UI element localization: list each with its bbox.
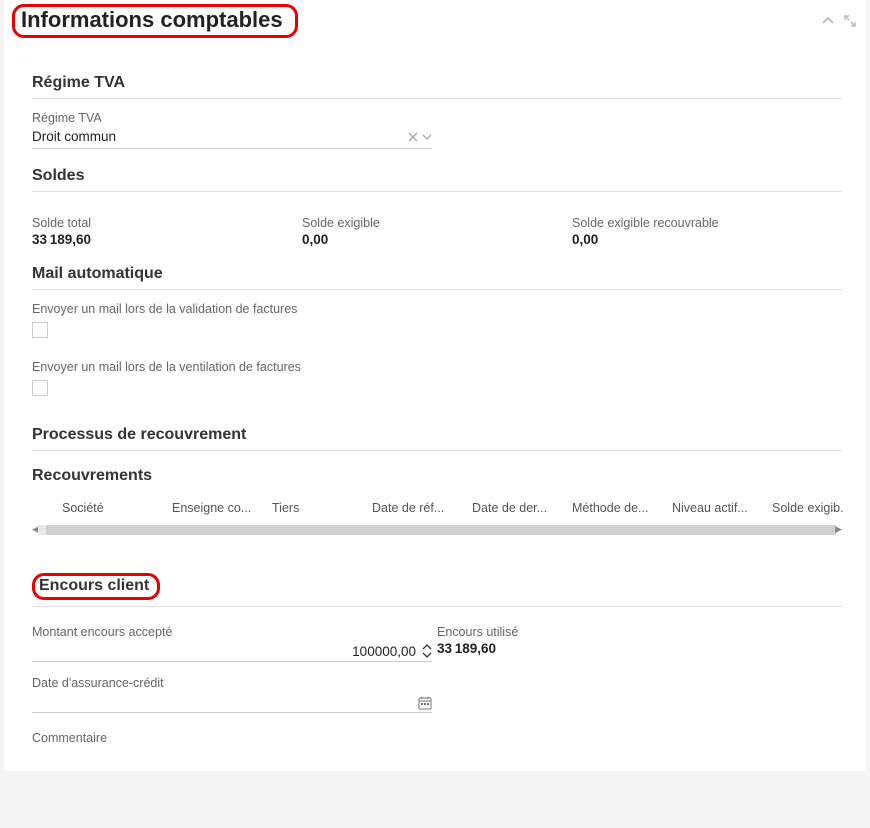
col-date-ref[interactable]: Date de réf... bbox=[372, 501, 472, 515]
col-societe[interactable]: Société bbox=[62, 501, 172, 515]
date-assurance-input[interactable] bbox=[32, 692, 432, 713]
montant-encours-input[interactable]: 100000,00 bbox=[32, 641, 432, 662]
section-regime-tva: Régime TVA bbox=[32, 66, 842, 99]
date-assurance-label: Date d'assurance-crédit bbox=[32, 676, 437, 690]
solde-exigible-label: Solde exigible bbox=[302, 216, 572, 230]
section-processus: Processus de recouvrement bbox=[32, 418, 842, 451]
encours-utilise-label: Encours utilisé bbox=[437, 625, 842, 639]
col-date-der[interactable]: Date de der... bbox=[472, 501, 572, 515]
mail-ventilation-label: Envoyer un mail lors de la ventilation d… bbox=[32, 360, 842, 374]
panel-title: Informations comptables bbox=[12, 4, 298, 38]
section-encours-text: Encours client bbox=[32, 573, 160, 600]
clear-icon[interactable] bbox=[408, 132, 418, 142]
col-niveau[interactable]: Niveau actif... bbox=[672, 501, 772, 515]
mail-validation-label: Envoyer un mail lors de la validation de… bbox=[32, 302, 842, 316]
mail-validation-checkbox[interactable] bbox=[32, 322, 48, 338]
solde-exigible-recouvrable-label: Solde exigible recouvrable bbox=[572, 216, 842, 230]
col-enseigne[interactable]: Enseigne co... bbox=[172, 501, 272, 515]
chevron-down-icon[interactable] bbox=[422, 132, 432, 142]
commentaire-label: Commentaire bbox=[32, 731, 437, 745]
solde-exigible-value: 0,00 bbox=[302, 232, 572, 247]
regime-tva-select[interactable]: Droit commun bbox=[32, 127, 432, 149]
collapse-icon[interactable] bbox=[822, 15, 834, 27]
expand-icon[interactable] bbox=[844, 15, 856, 27]
section-mail-auto: Mail automatique bbox=[32, 257, 842, 290]
col-methode[interactable]: Méthode de... bbox=[572, 501, 672, 515]
regime-tva-value: Droit commun bbox=[32, 129, 116, 144]
section-soldes: Soldes bbox=[32, 159, 842, 192]
col-solde-exigib[interactable]: Solde exigib. bbox=[772, 501, 862, 515]
solde-total-value: 33 189,60 bbox=[32, 232, 302, 247]
solde-exigible-recouvrable-value: 0,00 bbox=[572, 232, 842, 247]
montant-encours-label: Montant encours accepté bbox=[32, 625, 437, 639]
section-encours: Encours client bbox=[32, 565, 842, 607]
regime-tva-label: Régime TVA bbox=[32, 111, 842, 125]
calendar-icon[interactable] bbox=[418, 696, 432, 710]
col-tiers[interactable]: Tiers bbox=[272, 501, 372, 515]
grid-hscroll[interactable]: ◀ ▶ bbox=[32, 523, 842, 537]
section-recouvrements: Recouvrements bbox=[32, 459, 842, 491]
grid-header: Société Enseigne co... Tiers Date de réf… bbox=[32, 491, 842, 521]
quantity-stepper[interactable] bbox=[422, 643, 432, 659]
encours-utilise-value: 33 189,60 bbox=[437, 641, 842, 656]
scroll-right-icon[interactable]: ▶ bbox=[835, 524, 842, 535]
solde-total-label: Solde total bbox=[32, 216, 302, 230]
mail-ventilation-checkbox[interactable] bbox=[32, 380, 48, 396]
montant-encours-value: 100000,00 bbox=[32, 644, 422, 659]
